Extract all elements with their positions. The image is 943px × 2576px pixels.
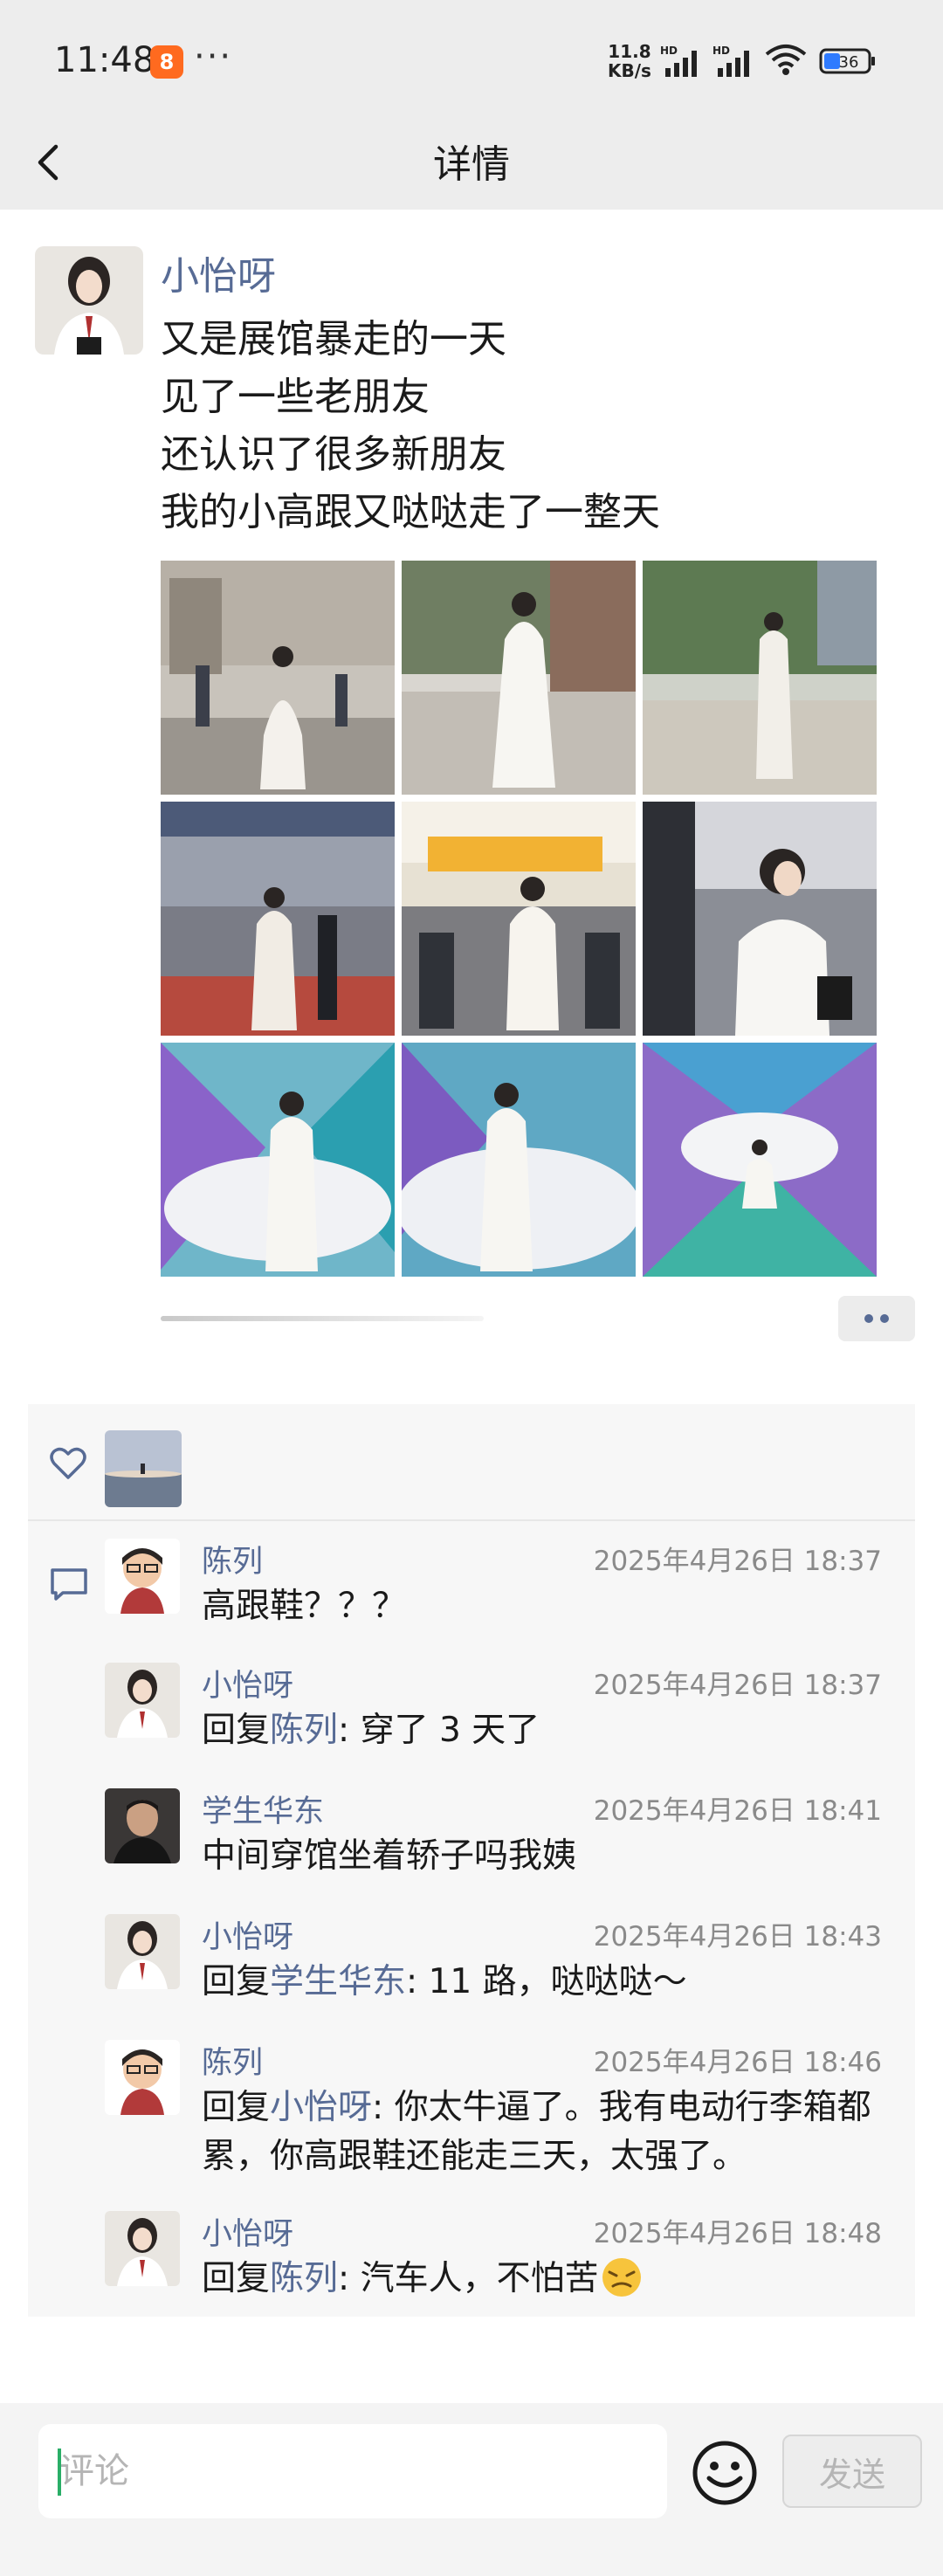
reply-to-name[interactable]: 陈列 <box>270 1711 338 1750</box>
comment-body: 中间穿馆坐着轿子吗我姨 <box>202 1836 577 1876</box>
persevere-emoji-icon <box>602 2258 641 2297</box>
more-actions-button[interactable] <box>838 1296 915 1341</box>
post-photo[interactable] <box>161 802 395 1036</box>
post-photo[interactable] <box>643 561 877 795</box>
comment-body: : 穿了 3 天了 <box>338 1711 540 1750</box>
more-dot <box>880 1314 889 1323</box>
signal-icon-2: HD <box>712 45 749 77</box>
comment-text: 回复小怡呀: 你太牛逼了。我有电动行李箱都累，你高跟鞋还能走三天，太强了。 <box>202 2084 891 2181</box>
network-speed-unit: KB/s <box>608 60 651 81</box>
text-caret <box>58 2449 61 2496</box>
commenter-avatar[interactable] <box>105 2211 180 2286</box>
reply-prefix: 回复 <box>202 1962 271 2001</box>
status-more-icon: ··· <box>194 37 233 77</box>
comment-author[interactable]: 陈列 <box>202 2038 263 2083</box>
post-photo[interactable] <box>402 802 636 1036</box>
network-speed: 11.8 KB/s <box>608 42 651 80</box>
post-photo[interactable] <box>161 561 395 795</box>
post-author-name[interactable]: 小怡呀 <box>161 245 276 300</box>
battery-level: 36 <box>839 53 859 72</box>
comment-time: 2025年4月26日 18:43 <box>593 1921 882 1953</box>
emoji-icon[interactable] <box>690 2438 760 2508</box>
comment-text: 回复学生华东: 11 路，哒哒哒～ <box>202 1958 891 2007</box>
nav-bar: 详情 <box>0 114 943 210</box>
photo-grid <box>161 561 877 1277</box>
network-speed-value: 11.8 <box>608 41 651 62</box>
likes-row <box>28 1404 915 1518</box>
heart-icon <box>50 1447 86 1479</box>
likes-comments-panel: 陈列 2025年4月26日 18:37 高跟鞋？？？ 小怡呀 2025年4月26… <box>28 1404 915 2317</box>
battery-icon: 36 <box>819 48 875 74</box>
comment-body: : 11 路，哒哒哒～ <box>406 1962 687 2001</box>
post-text-line: 我的小高跟又哒哒走了一整天 <box>161 490 660 534</box>
wifi-icon <box>765 45 807 75</box>
commenter-avatar[interactable] <box>105 1663 180 1738</box>
page-title: 详情 <box>433 142 510 187</box>
post-photo[interactable] <box>161 1043 395 1277</box>
comment-text: 高跟鞋？？？ <box>202 1582 891 1631</box>
comment-time: 2025年4月26日 18:48 <box>593 2218 882 2249</box>
comment-text: 回复陈列: 穿了 3 天了 <box>202 1706 891 1755</box>
reply-prefix: 回复 <box>202 1711 271 1750</box>
post-photo[interactable] <box>643 1043 877 1277</box>
comment-body: 高跟鞋？？？ <box>202 1587 407 1626</box>
reply-to-name[interactable]: 小怡呀 <box>270 2088 372 2127</box>
comment-time: 2025年4月26日 18:41 <box>593 1795 882 1827</box>
post-photo[interactable] <box>643 802 877 1036</box>
comment-author[interactable]: 小怡呀 <box>202 1912 293 1957</box>
comment-text: 中间穿馆坐着轿子吗我姨 <box>202 1832 891 1881</box>
divider <box>28 1519 915 1521</box>
hd-label: HD <box>660 45 678 57</box>
post-photo[interactable] <box>402 1043 636 1277</box>
comment-author[interactable]: 学生华东 <box>202 1787 324 1831</box>
comment-time: 2025年4月26日 18:37 <box>593 1546 882 1577</box>
comment-input[interactable] <box>38 2424 667 2518</box>
comment-author[interactable]: 小怡呀 <box>202 2209 293 2254</box>
commenter-avatar[interactable] <box>105 1539 180 1614</box>
commenter-avatar[interactable] <box>105 2040 180 2115</box>
comment-time: 2025年4月26日 18:37 <box>593 1670 882 1701</box>
post-text-line: 还认识了很多新朋友 <box>161 432 506 477</box>
status-time: 11:48 <box>54 40 155 80</box>
comment-icon <box>51 1568 87 1601</box>
author-avatar[interactable] <box>35 246 143 355</box>
comment-body: : 汽车人，不怕苦 <box>338 2259 599 2298</box>
reply-prefix: 回复 <box>202 2259 271 2298</box>
reply-prefix: 回复 <box>202 2088 271 2127</box>
post-text-line: 又是展馆暴走的一天 <box>161 317 506 362</box>
liker-avatar[interactable] <box>105 1430 182 1507</box>
location-placeholder-bar <box>161 1316 484 1321</box>
post-photo[interactable] <box>402 561 636 795</box>
comment-author[interactable]: 陈列 <box>202 1537 263 1581</box>
notification-app-icon: 8 <box>150 45 183 79</box>
post-text-line: 见了一些老朋友 <box>161 375 430 419</box>
reply-to-name[interactable]: 学生华东 <box>270 1962 406 2001</box>
send-button[interactable]: 发送 <box>782 2435 922 2508</box>
commenter-avatar[interactable] <box>105 1914 180 1989</box>
hd-label-2: HD <box>712 45 730 57</box>
comment-input-bar: 发送 <box>0 2403 943 2576</box>
comment-time: 2025年4月26日 18:46 <box>593 2047 882 2078</box>
reply-to-name[interactable]: 陈列 <box>270 2259 338 2298</box>
more-dot <box>864 1314 873 1323</box>
signal-icon: HD <box>660 45 697 77</box>
comment-text: 回复陈列: 汽车人，不怕苦 <box>202 2255 891 2304</box>
commenter-avatar[interactable] <box>105 1788 180 1863</box>
status-bar: 11:48 8 ··· 11.8 KB/s HD HD 36 <box>0 0 943 114</box>
comment-author[interactable]: 小怡呀 <box>202 1661 293 1705</box>
